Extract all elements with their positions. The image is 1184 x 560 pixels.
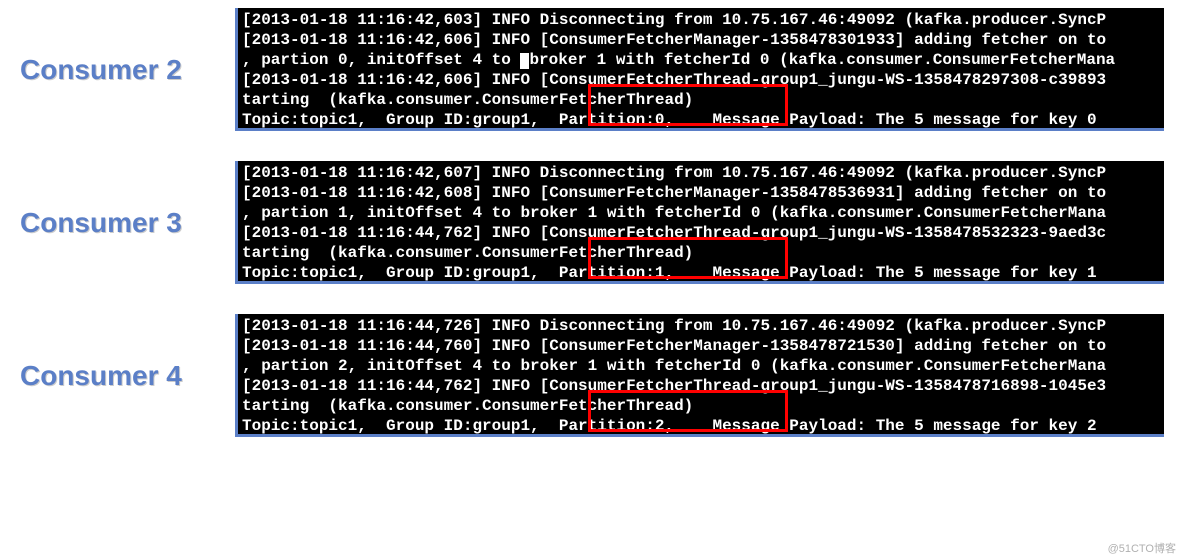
terminal-output[interactable]: [2013-01-18 11:16:44,726] INFO Disconnec… [238,314,1164,434]
terminal-line: , partion 0, initOffset 4 to broker 1 wi… [242,50,1160,70]
terminal-line: tarting (kafka.consumer.ConsumerFetcherT… [242,243,1160,263]
terminal-line: [2013-01-18 11:16:44,726] INFO Disconnec… [242,316,1160,336]
terminal-wrapper: [2013-01-18 11:16:44,726] INFO Disconnec… [235,314,1164,437]
terminal-text: , partion 0, initOffset 4 to [242,51,520,69]
terminal-line: Topic:topic1, Group ID:group1, Partition… [242,263,1160,281]
terminal-line: Topic:topic1, Group ID:group1, Partition… [242,110,1160,128]
terminal-line: , partion 1, initOffset 4 to broker 1 wi… [242,203,1160,223]
terminal-output[interactable]: [2013-01-18 11:16:42,607] INFO Disconnec… [238,161,1164,281]
terminal-output[interactable]: [2013-01-18 11:16:42,603] INFO Disconnec… [238,8,1164,128]
terminal-line: tarting (kafka.consumer.ConsumerFetcherT… [242,90,1160,110]
terminal-line: Topic:topic1, Group ID:group1, Partition… [242,416,1160,434]
terminal-line: [2013-01-18 11:16:44,760] INFO [Consumer… [242,336,1160,356]
terminal-line: [2013-01-18 11:16:42,606] INFO [Consumer… [242,30,1160,50]
terminal-line: [2013-01-18 11:16:42,607] INFO Disconnec… [242,163,1160,183]
watermark-text: @51CTO博客 [1108,540,1176,556]
terminal-line: [2013-01-18 11:16:42,606] INFO [Consumer… [242,70,1160,90]
consumer-terminals-container: Consumer 2 [2013-01-18 11:16:42,603] INFO… [20,8,1164,437]
terminal-text: broker 1 with fetcherId 0 (kafka.consume… [529,51,1115,69]
terminal-line: , partion 2, initOffset 4 to broker 1 wi… [242,356,1160,376]
terminal-line: [2013-01-18 11:16:42,608] INFO [Consumer… [242,183,1160,203]
consumer-block: Consumer 2 [2013-01-18 11:16:42,603] INFO… [20,8,1164,131]
consumer-label: Consumer 2 [20,54,235,86]
consumer-block: Consumer 4 [2013-01-18 11:16:44,726] INFO… [20,314,1164,437]
consumer-block: Consumer 3 [2013-01-18 11:16:42,607] INFO… [20,161,1164,284]
terminal-line: [2013-01-18 11:16:44,762] INFO [Consumer… [242,376,1160,396]
terminal-line: tarting (kafka.consumer.ConsumerFetcherT… [242,396,1160,416]
terminal-line: [2013-01-18 11:16:42,603] INFO Disconnec… [242,10,1160,30]
terminal-wrapper: [2013-01-18 11:16:42,603] INFO Disconnec… [235,8,1164,131]
terminal-line: [2013-01-18 11:16:44,762] INFO [Consumer… [242,223,1160,243]
consumer-label: Consumer 3 [20,207,235,239]
terminal-wrapper: [2013-01-18 11:16:42,607] INFO Disconnec… [235,161,1164,284]
consumer-label: Consumer 4 [20,360,235,392]
